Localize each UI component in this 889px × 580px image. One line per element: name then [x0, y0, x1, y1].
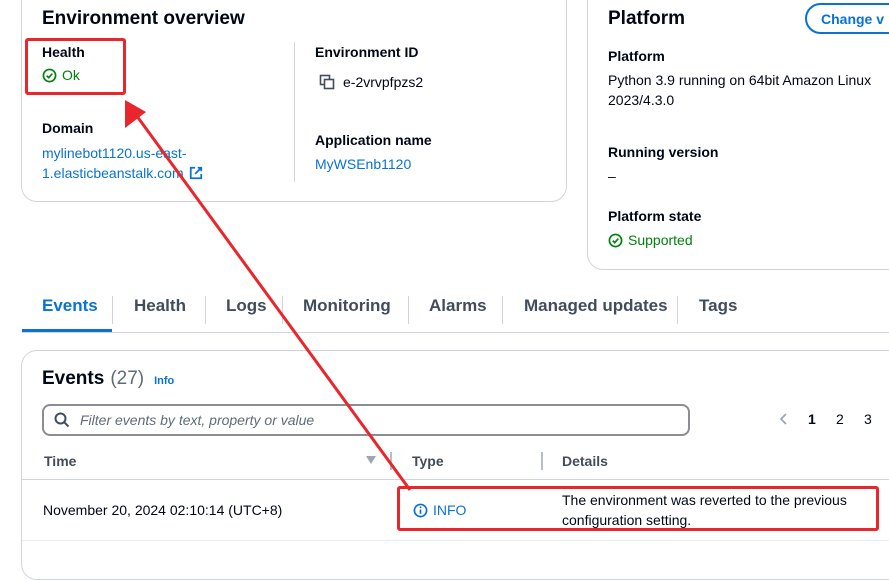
- annotation-arrow: [125, 100, 412, 491]
